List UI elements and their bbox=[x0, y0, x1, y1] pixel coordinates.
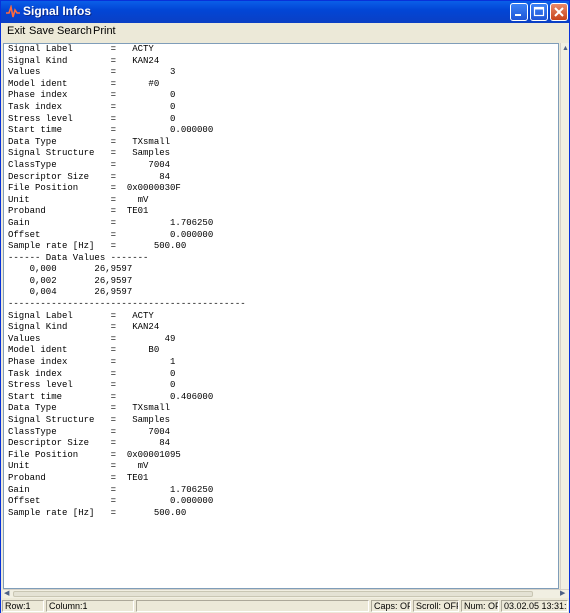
text-line: Task index = 0 bbox=[8, 101, 176, 112]
text-line: Model ident = B0 bbox=[8, 345, 160, 356]
text-line: Offset = 0.000000 bbox=[8, 496, 214, 507]
signal-info-text-area[interactable]: Signal Label = ACTY Signal Kind = KAN24 Va… bbox=[3, 43, 559, 589]
text-line: Signal Kind = KAN24 bbox=[8, 55, 160, 66]
status-caps: Caps: OFF bbox=[371, 600, 411, 612]
menu-print[interactable]: Print bbox=[93, 25, 116, 37]
text-line: Signal Kind = KAN24 bbox=[8, 322, 160, 333]
text-line: Sample rate [Hz] = 500.00 bbox=[8, 507, 187, 518]
text-line: ClassType = 7004 bbox=[8, 159, 171, 170]
text-line: ------ Data Values ------- bbox=[8, 252, 149, 263]
title-bar[interactable]: Signal Infos bbox=[1, 1, 569, 23]
text-line: Stress level = 0 bbox=[8, 113, 176, 124]
close-icon bbox=[554, 7, 564, 17]
text-line: 0,000 26,9597 bbox=[8, 264, 133, 275]
maximize-button[interactable] bbox=[530, 3, 548, 21]
text-line: File Position = 0x00001095 bbox=[8, 449, 181, 460]
status-empty bbox=[136, 600, 369, 612]
text-line: Descriptor Size = 84 bbox=[8, 171, 171, 182]
menu-search[interactable]: Search bbox=[57, 25, 92, 37]
text-line: Gain = 1.706250 bbox=[8, 217, 214, 228]
text-line: Signal Structure = Samples bbox=[8, 415, 171, 425]
status-num: Num: OFF bbox=[461, 600, 499, 612]
text-line: Phase index = 1 bbox=[8, 357, 176, 368]
text-line: Data Type = TXsmall bbox=[8, 403, 171, 414]
horizontal-scrollbar[interactable]: ◀ ▶ bbox=[3, 589, 569, 598]
text-line: Gain = 1.706250 bbox=[8, 484, 214, 495]
text-line: ClassType = 7004 bbox=[8, 426, 171, 437]
status-datetime: 03.02.05 13:31:20 bbox=[501, 600, 568, 612]
status-row: Row:1 bbox=[2, 600, 44, 612]
text-line: Data Type = TXsmall bbox=[8, 136, 171, 147]
text-line: Signal Label = ACTY bbox=[8, 44, 154, 54]
menu-bar: Exit Save Search Print bbox=[1, 23, 569, 41]
scroll-right-icon[interactable]: ▶ bbox=[560, 590, 565, 598]
minimize-button[interactable] bbox=[510, 3, 528, 21]
scroll-up-icon[interactable]: ▲ bbox=[562, 45, 569, 53]
minimize-icon bbox=[515, 14, 521, 16]
text-line: ----------------------------------------… bbox=[8, 299, 246, 310]
scroll-left-icon[interactable]: ◀ bbox=[4, 590, 9, 598]
text-line: Model ident = #0 bbox=[8, 78, 160, 89]
text-line: Signal Label = ACTY bbox=[8, 310, 154, 321]
close-button[interactable] bbox=[550, 3, 568, 21]
text-line: Descriptor Size = 84 bbox=[8, 438, 171, 449]
menu-save[interactable]: Save bbox=[29, 25, 54, 37]
text-line: Signal Structure = Samples bbox=[8, 148, 171, 159]
text-line: Start time = 0.406000 bbox=[8, 391, 214, 402]
status-scroll: Scroll: OFF bbox=[413, 600, 459, 612]
signal-infos-window: Signal Infos Exit Save Search Print Sign… bbox=[0, 0, 570, 613]
horizontal-scroll-thumb[interactable] bbox=[13, 591, 533, 597]
status-bar: Row:1 Column:1 Caps: OFF Scroll: OFF Num… bbox=[1, 599, 569, 613]
text-line: Proband = TE01 bbox=[8, 206, 149, 217]
text-line: 0,002 26,9597 bbox=[8, 275, 133, 286]
text-line: Unit = mV bbox=[8, 461, 149, 472]
text-line: Unit = mV bbox=[8, 194, 149, 205]
text-line: Start time = 0.000000 bbox=[8, 125, 214, 136]
text-line: Sample rate [Hz] = 500.00 bbox=[8, 241, 187, 252]
vertical-scrollbar[interactable]: ▲ bbox=[560, 43, 569, 589]
maximize-icon bbox=[533, 6, 545, 17]
text-line: 0,004 26,9597 bbox=[8, 287, 133, 298]
signal-wave-icon bbox=[6, 5, 20, 18]
text-line: Phase index = 0 bbox=[8, 90, 176, 101]
text-line: Values = 49 bbox=[8, 333, 176, 344]
text-line: Proband = TE01 bbox=[8, 472, 149, 483]
text-line: Offset = 0.000000 bbox=[8, 229, 214, 240]
text-line: File Position = 0x0000030F bbox=[8, 183, 181, 194]
text-line: Stress level = 0 bbox=[8, 380, 176, 391]
text-line: Values = 3 bbox=[8, 67, 176, 78]
text-lines: Signal Label = ACTY Signal Kind = KAN24 Va… bbox=[8, 44, 246, 519]
window-title: Signal Infos bbox=[23, 4, 92, 18]
menu-exit[interactable]: Exit bbox=[7, 25, 25, 37]
text-line: Task index = 0 bbox=[8, 368, 176, 379]
status-column: Column:1 bbox=[46, 600, 134, 612]
